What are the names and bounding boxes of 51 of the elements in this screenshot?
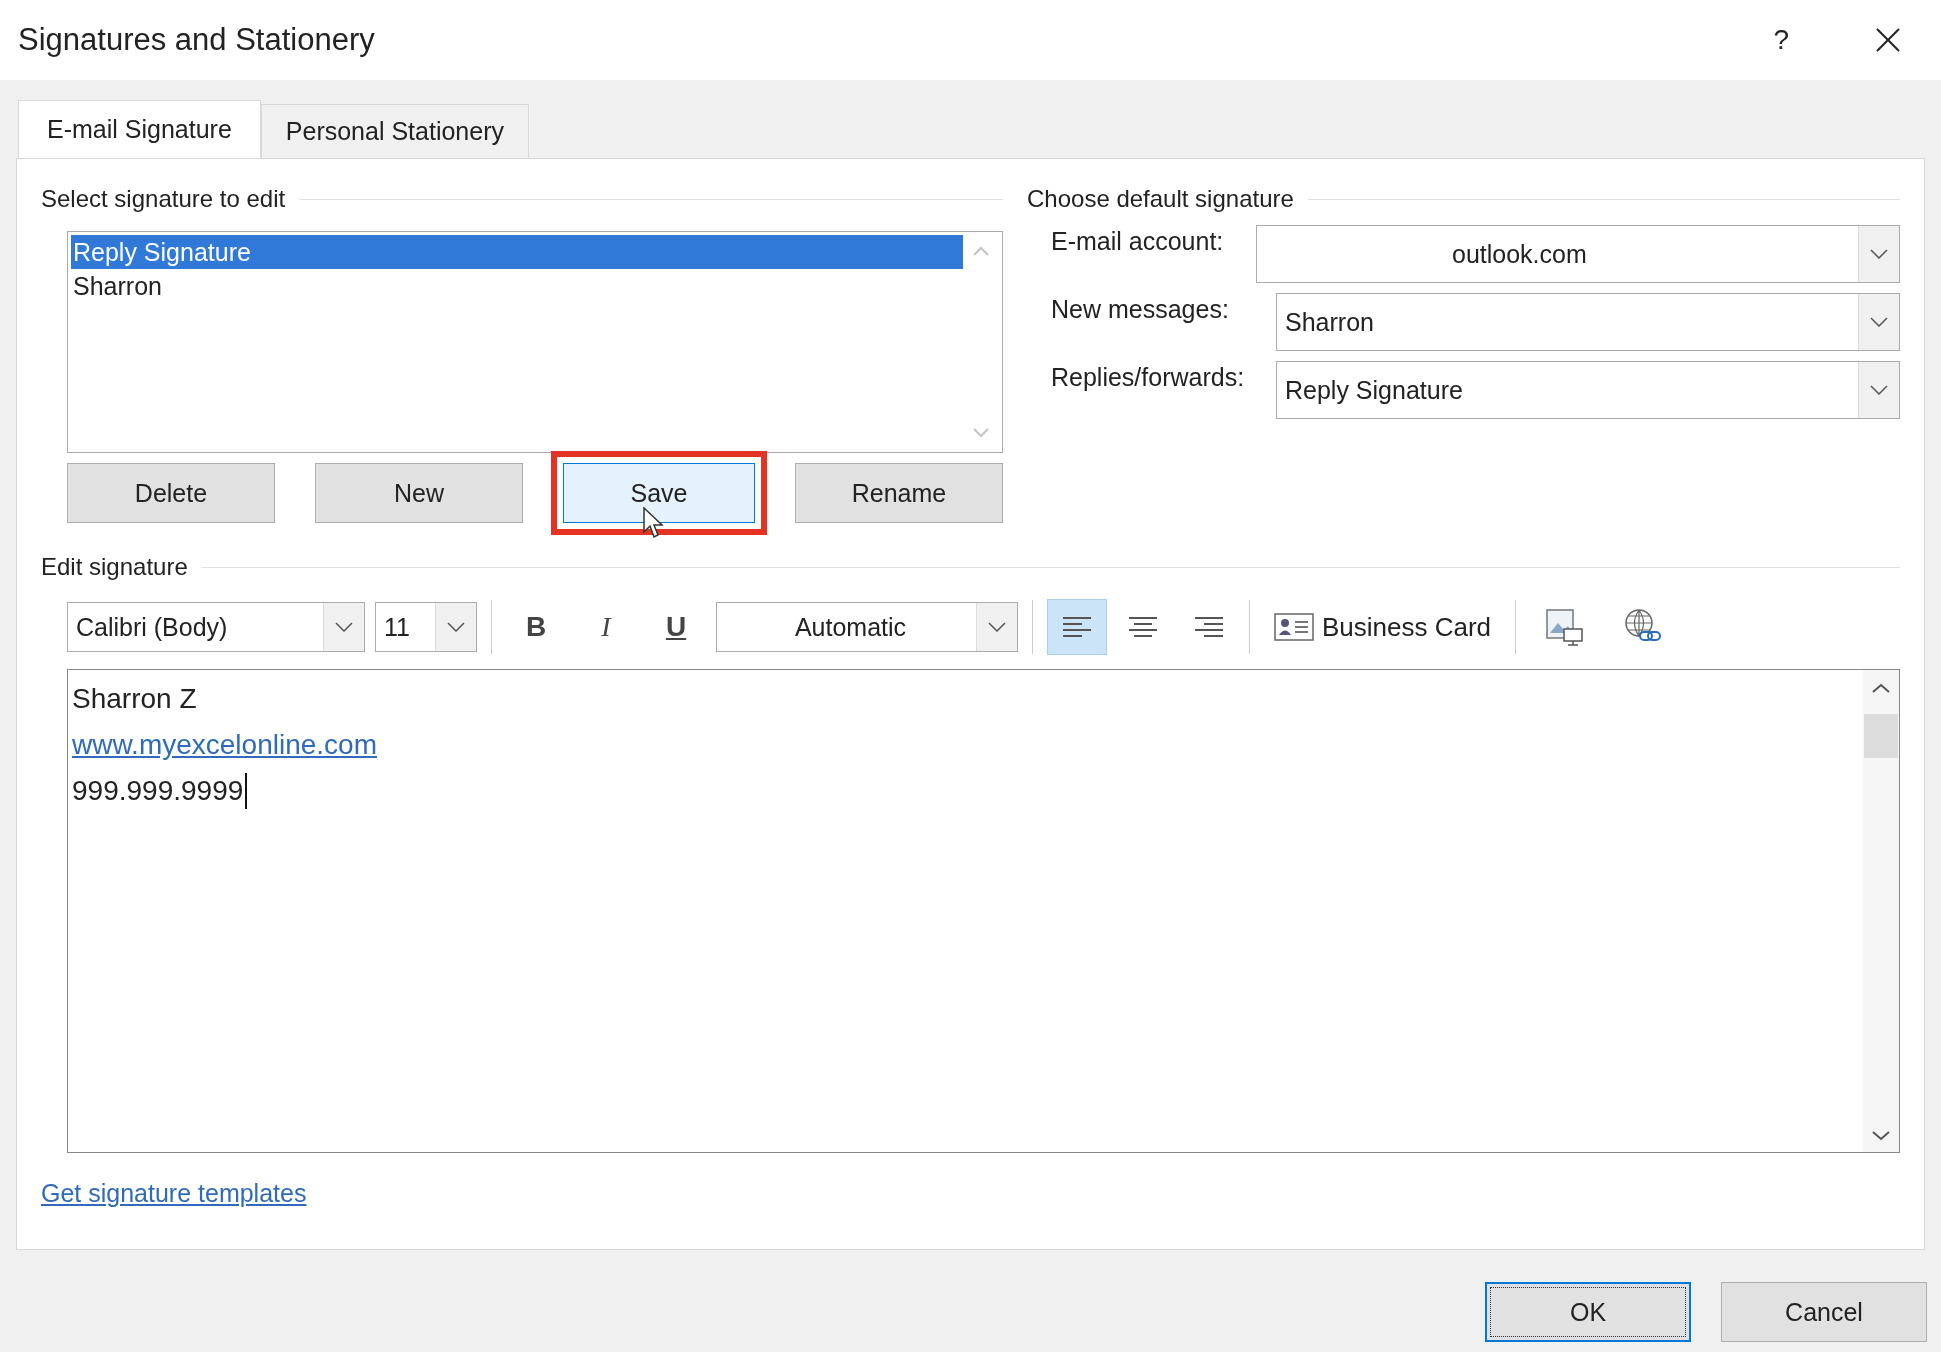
align-left-button[interactable] (1047, 599, 1107, 655)
signature-link[interactable]: www.myexcelonline.com (72, 729, 377, 761)
align-right-icon (1194, 616, 1224, 638)
section-heading: Edit signature (41, 553, 188, 581)
text-caret (245, 773, 248, 809)
signature-button[interactable]: Save (563, 463, 755, 523)
close-icon[interactable] (1875, 27, 1901, 53)
chevron-down-icon (335, 622, 353, 632)
chevron-down-icon (1870, 385, 1888, 395)
font-size-dropdown[interactable]: 11 (375, 602, 477, 652)
tab[interactable]: Personal Stationery (260, 104, 529, 158)
signature-item[interactable]: Sharron (71, 269, 963, 303)
align-left-icon (1062, 616, 1092, 638)
scroll-up-icon[interactable] (1871, 682, 1891, 694)
dialog-button[interactable]: OK (1485, 1282, 1691, 1342)
dropdown-field[interactable]: Sharron (1276, 293, 1900, 351)
scroll-down-icon[interactable] (1871, 1130, 1891, 1142)
section-heading: Choose default signature (1027, 185, 1294, 213)
signature-item[interactable]: Reply Signature (71, 235, 963, 269)
business-card-button[interactable]: Business Card (1264, 611, 1502, 643)
tab[interactable]: E-mail Signature (18, 100, 261, 158)
chevron-down-icon (988, 622, 1006, 632)
insert-picture-icon[interactable] (1544, 607, 1585, 647)
signature-text: 999.999.9999 (72, 775, 244, 807)
dialog-button[interactable]: Cancel (1721, 1282, 1927, 1342)
templates-link[interactable]: Get signature templates (41, 1179, 307, 1208)
color-dropdown[interactable]: Automatic (716, 602, 1018, 652)
scrollbar-thumb[interactable] (1864, 714, 1898, 758)
field-label: New messages: (1051, 294, 1230, 324)
help-button[interactable]: ? (1773, 24, 1789, 56)
italic-button[interactable]: I (576, 602, 636, 652)
underline-button[interactable]: U (646, 602, 706, 652)
signature-button[interactable]: New (315, 463, 523, 523)
align-center-icon (1128, 616, 1158, 638)
signature-text: Sharron Z (72, 683, 197, 715)
bold-button[interactable]: B (506, 602, 566, 652)
signature-editor[interactable]: Sharron Z www.myexcelonline.com 999.999.9999 (67, 669, 1900, 1153)
field-label: Replies/forwards: (1051, 362, 1246, 392)
cursor-icon (643, 507, 665, 539)
field-label: E-mail account: (1051, 226, 1225, 256)
chevron-down-icon (1870, 249, 1888, 259)
chevron-down-icon (1870, 317, 1888, 327)
contact-card-icon (1274, 613, 1314, 641)
dropdown-field[interactable]: outlook.com (1256, 225, 1900, 283)
chevron-down-icon (447, 622, 465, 632)
font-dropdown[interactable]: Calibri (Body) (67, 602, 365, 652)
window-title: Signatures and Stationery (18, 22, 376, 58)
signature-button[interactable]: Rename (795, 463, 1003, 523)
dropdown-field[interactable]: Reply Signature (1276, 361, 1900, 419)
signature-button[interactable]: Delete (67, 463, 275, 523)
section-heading: Select signature to edit (41, 185, 286, 213)
